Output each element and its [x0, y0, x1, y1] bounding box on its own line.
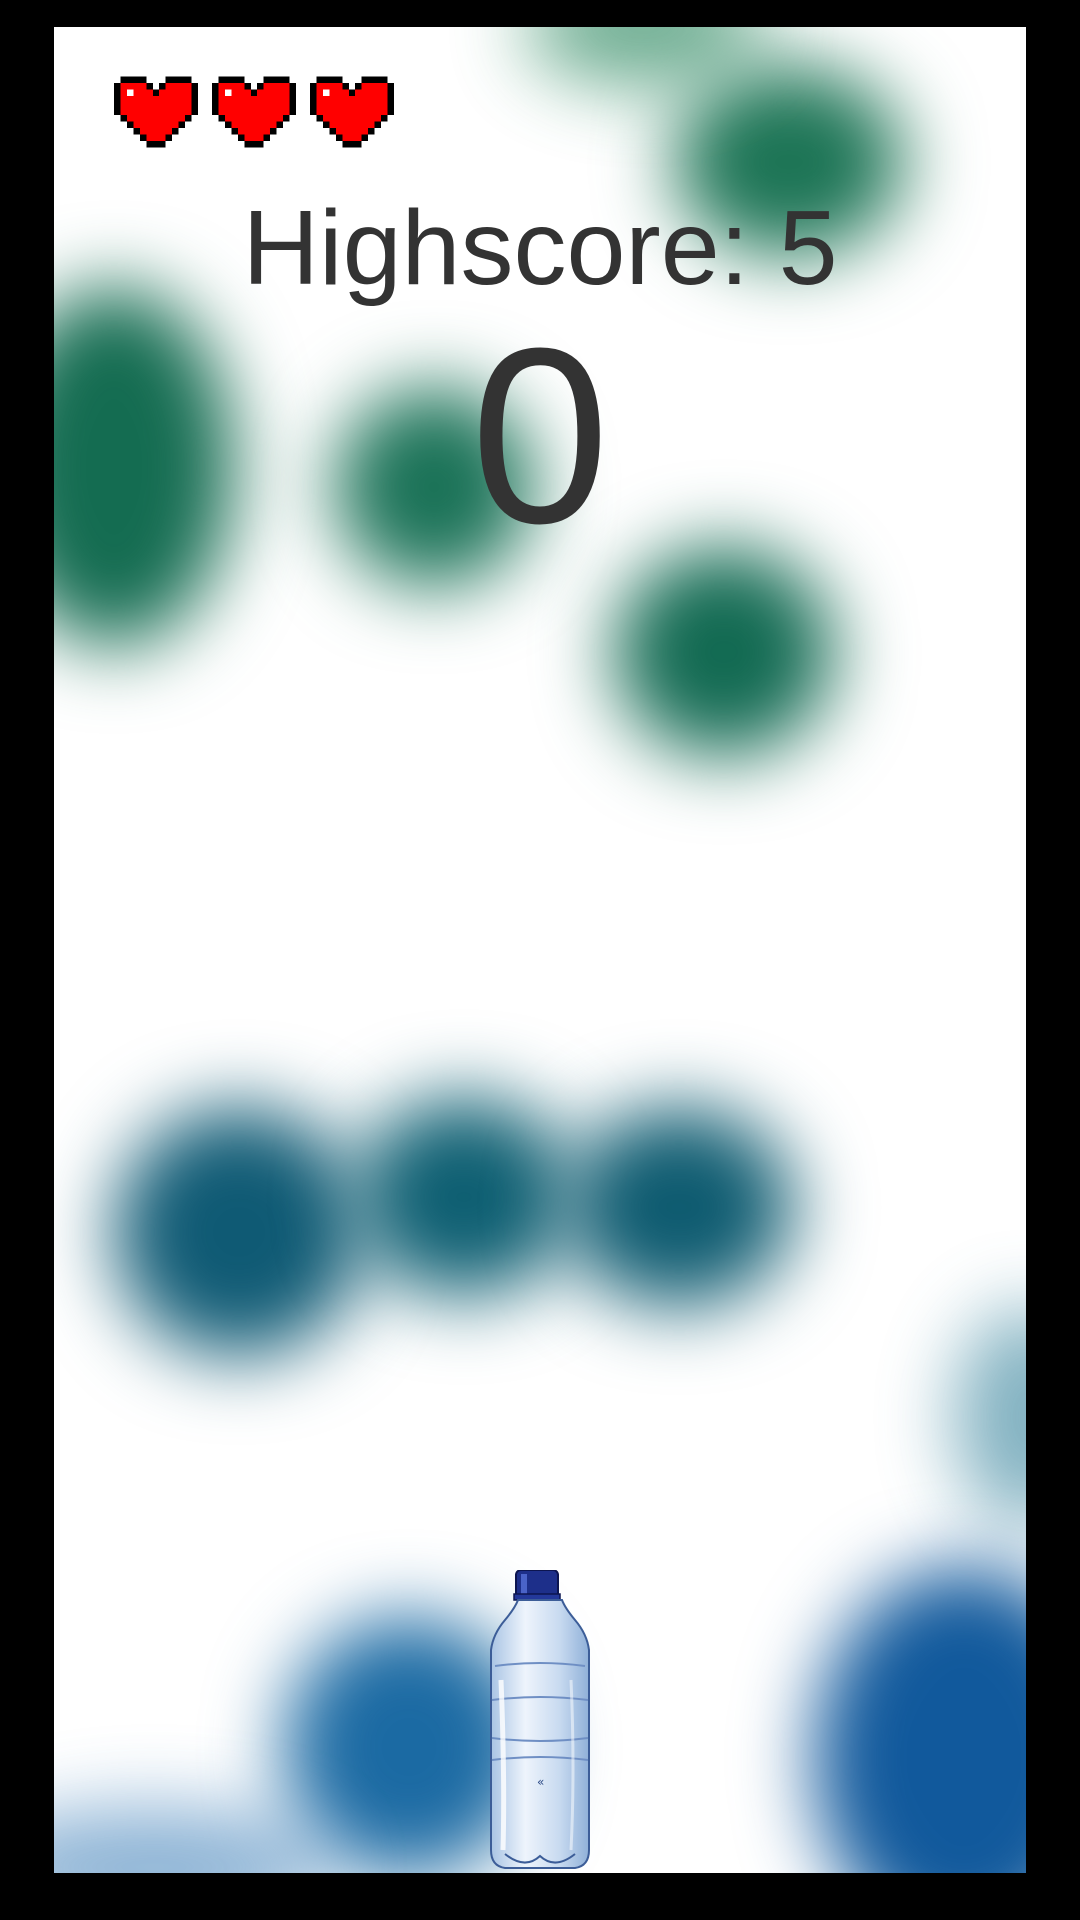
background-blob	[814, 1567, 1026, 1873]
background-blob	[354, 1097, 574, 1297]
background-blob	[954, 1307, 1026, 1527]
background-blob	[114, 1107, 364, 1357]
heart-icon	[212, 75, 296, 149]
highscore-label: Highscore: 5	[242, 189, 838, 307]
background-blob	[614, 547, 834, 757]
background-blob	[564, 1107, 794, 1307]
background-blob	[524, 27, 764, 87]
lives-display	[114, 75, 394, 149]
water-bottle-icon[interactable]: «	[485, 1569, 595, 1870]
game-canvas[interactable]: Highscore: 5 0 «	[54, 27, 1026, 1873]
heart-icon	[114, 75, 198, 149]
background-blob	[54, 1807, 334, 1873]
device-frame: Highscore: 5 0 «	[0, 0, 1080, 1920]
svg-text:«: «	[537, 1775, 544, 1789]
heart-icon	[310, 75, 394, 149]
current-score: 0	[470, 296, 610, 575]
